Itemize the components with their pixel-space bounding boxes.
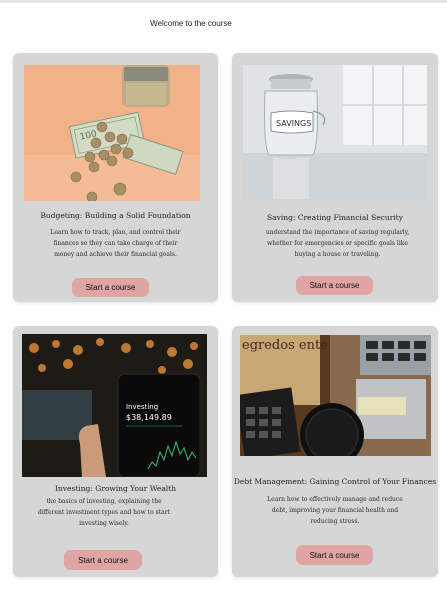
card-description: Learn how to effectively manage and redu… xyxy=(267,496,403,525)
start-course-button[interactable]: Start a course xyxy=(64,550,142,570)
jar-label: SAVINGS xyxy=(276,119,311,128)
card-description: the basics of investing, explaining the … xyxy=(38,498,170,527)
card-description: Learn how to track, plan, and control th… xyxy=(50,229,181,258)
calculator-desk-image: egredos ente nária xyxy=(240,335,431,456)
course-card-budgeting: 100 Budgeting: Building a Solid Foundati… xyxy=(13,53,218,302)
course-card-investing: Investing $38,149.89 Investing: Growing … xyxy=(13,326,218,577)
card-title: Debt Management: Gaining Control of Your… xyxy=(233,477,437,486)
start-course-button[interactable]: Start a course xyxy=(296,545,373,565)
course-card-debt-management: egredos ente nária Debt Management: Gain… xyxy=(232,326,438,577)
savings-jar-image: SAVINGS xyxy=(243,65,427,201)
card-title: Budgeting: Building a Solid Foundation xyxy=(40,211,191,220)
course-card-saving: SAVINGS Saving: Creating Financial Secur… xyxy=(232,53,438,302)
page-title: Welcome to the course xyxy=(150,19,232,28)
phone-value: $38,149.89 xyxy=(126,413,172,422)
money-coins-image: 100 xyxy=(24,65,200,201)
card-title: Saving: Creating Financial Security xyxy=(267,213,403,222)
phone-label: Investing xyxy=(126,403,158,411)
start-course-button[interactable]: Start a course xyxy=(296,276,373,295)
card-description: understand the importance of saving regu… xyxy=(265,229,410,258)
phone-investing-image: Investing $38,149.89 xyxy=(22,334,207,477)
card-title: Investing: Growing Your Wealth xyxy=(54,484,177,493)
start-course-button[interactable]: Start a course xyxy=(72,278,149,297)
top-border xyxy=(0,0,447,3)
